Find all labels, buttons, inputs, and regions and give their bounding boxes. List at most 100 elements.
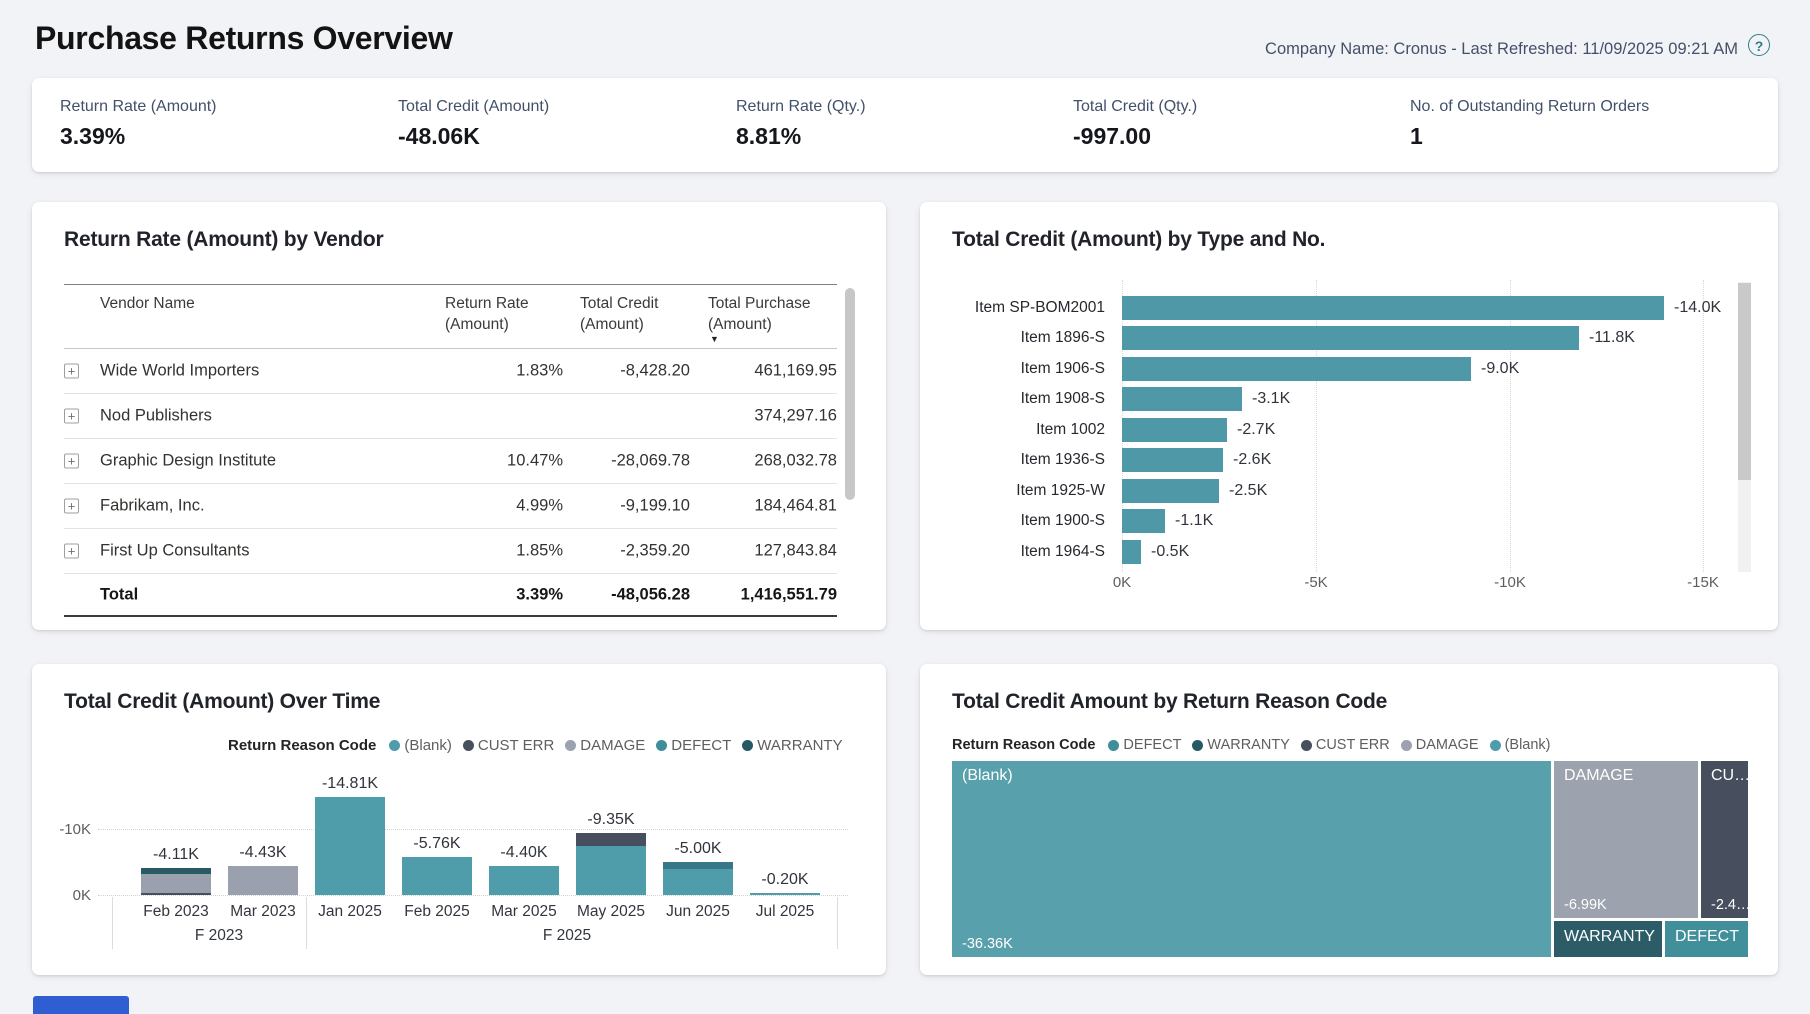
segment-defect[interactable] [663, 862, 733, 869]
y-tick: -10K [36, 821, 91, 838]
treemap-panel: Total Credit Amount by Return Reason Cod… [920, 664, 1778, 975]
expand-icon[interactable]: + [64, 499, 79, 514]
bar-category: Item 1896-S [920, 329, 1105, 347]
expand-icon[interactable]: + [64, 364, 79, 379]
table-row[interactable]: + Wide World Importers 1.83% -8,428.20 4… [64, 349, 837, 394]
help-icon[interactable]: ? [1748, 34, 1770, 56]
bar-category: Item 1925-W [920, 482, 1105, 500]
column-feb-2023[interactable] [141, 868, 211, 895]
gridline [1703, 280, 1704, 572]
group-label: F 2023 [195, 927, 243, 945]
treemap-block-defect[interactable]: DEFECT [1665, 921, 1748, 957]
segment-blank[interactable] [750, 893, 820, 895]
legend-item-defect[interactable]: DEFECT [1108, 737, 1181, 753]
column-header-vendor[interactable]: Vendor Name [100, 293, 195, 314]
sort-descending-icon[interactable]: ▼ [710, 334, 719, 344]
column-value: -4.40K [500, 844, 547, 862]
legend-label: CUST ERR [1316, 737, 1390, 753]
legend-item-blank[interactable]: (Blank) [1490, 737, 1551, 753]
table-row[interactable]: + Graphic Design Institute 10.47% -28,06… [64, 439, 837, 484]
segment-damage[interactable] [141, 874, 211, 893]
expand-icon[interactable]: + [64, 454, 79, 469]
legend-item-warranty[interactable]: WARRANTY [1192, 737, 1289, 753]
segment-blank[interactable] [315, 797, 385, 895]
expand-icon[interactable]: + [64, 409, 79, 424]
bar[interactable] [1122, 296, 1664, 320]
table-scrollbar[interactable] [845, 288, 855, 500]
kpi-label: Total Credit (Qty.) [1073, 98, 1197, 116]
column-mar-2023[interactable] [228, 866, 298, 895]
bar[interactable] [1122, 387, 1242, 411]
segment-blank[interactable] [663, 869, 733, 895]
segment-cust-err[interactable] [576, 833, 646, 846]
legend-item-damage[interactable]: DAMAGE [1401, 737, 1479, 753]
total-credit-value: -28,069.78 [611, 452, 690, 471]
return-rate-value: 10.47% [507, 452, 563, 471]
treemap-block-value: -36.36K [962, 936, 1013, 952]
column-header-return-rate[interactable]: Return Rate [445, 293, 529, 314]
bar[interactable] [1122, 509, 1165, 533]
bar[interactable] [1122, 448, 1223, 472]
x-tick: -10K [1494, 574, 1526, 591]
total-return-rate: 3.39% [516, 585, 563, 604]
treemap-block-blank[interactable]: (Blank) -36.36K [952, 761, 1551, 957]
table-row[interactable]: + First Up Consultants 1.85% -2,359.20 1… [64, 529, 837, 574]
bar[interactable] [1122, 418, 1227, 442]
legend-label: DEFECT [671, 737, 731, 754]
legend-item-blank[interactable]: (Blank) [389, 737, 452, 754]
treemap-block-cust-err[interactable]: CU… -2.4… [1701, 761, 1748, 918]
legend-dot-icon [742, 740, 753, 751]
legend-dot-icon [656, 740, 667, 751]
x-tick: Jan 2025 [318, 903, 382, 921]
chart-scrollbar[interactable] [1738, 283, 1751, 480]
company-refresh-status: Company Name: Cronus - Last Refreshed: 1… [1265, 40, 1738, 59]
treemap-block-damage[interactable]: DAMAGE -6.99K [1554, 761, 1698, 918]
legend-item-cust-err[interactable]: CUST ERR [463, 737, 554, 754]
legend-dot-icon [1301, 740, 1312, 751]
segment-blank[interactable] [402, 857, 472, 895]
legend-item-damage[interactable]: DAMAGE [565, 737, 645, 754]
column-jun-2025[interactable] [663, 862, 733, 895]
column-jul-2025[interactable] [750, 893, 820, 895]
total-purchase-value: 268,032.78 [754, 452, 837, 471]
column-feb-2025[interactable] [402, 857, 472, 895]
page-tab[interactable] [33, 996, 129, 1014]
segment-blank[interactable] [576, 846, 646, 895]
legend-item-warranty[interactable]: WARRANTY [742, 737, 842, 754]
segment-cust-err[interactable] [141, 893, 211, 895]
legend-label: (Blank) [404, 737, 452, 754]
bar-value: -2.7K [1237, 421, 1275, 439]
legend-label: DEFECT [1123, 737, 1181, 753]
panel-title: Total Credit (Amount) by Type and No. [952, 228, 1325, 252]
column-header-total-purchase[interactable]: Total Purchase [708, 293, 811, 314]
legend-label: DAMAGE [1416, 737, 1479, 753]
column-may-2025[interactable] [576, 833, 646, 895]
column-value: -14.81K [322, 775, 378, 793]
segment-damage[interactable] [228, 866, 298, 895]
kpi-return-rate-amount: Return Rate (Amount) 3.39% [60, 98, 217, 150]
legend-dot-icon [463, 740, 474, 751]
table-row[interactable]: + Nod Publishers 374,297.16 [64, 394, 837, 439]
axis-separator [306, 897, 307, 949]
table-row[interactable]: + Fabrikam, Inc. 4.99% -9,199.10 184,464… [64, 484, 837, 529]
segment-blank[interactable] [489, 866, 559, 895]
column-header-total-credit[interactable]: Total Credit [580, 293, 658, 314]
expand-icon[interactable]: + [64, 544, 79, 559]
bar[interactable] [1122, 357, 1471, 381]
kpi-value: -48.06K [398, 123, 549, 150]
column-mar-2025[interactable] [489, 866, 559, 895]
return-rate-value: 4.99% [516, 497, 563, 516]
legend-item-cust-err[interactable]: CUST ERR [1301, 737, 1390, 753]
table-total-row: Total 3.39% -48,056.28 1,416,551.79 [64, 574, 837, 617]
legend-item-defect[interactable]: DEFECT [656, 737, 731, 754]
column-header-return-rate-2: (Amount) [445, 314, 509, 335]
group-label: F 2025 [543, 927, 591, 945]
x-tick: Feb 2023 [143, 903, 209, 921]
bar[interactable] [1122, 540, 1141, 564]
column-jan-2025[interactable] [315, 797, 385, 895]
bar[interactable] [1122, 326, 1579, 350]
x-tick: Jul 2025 [756, 903, 815, 921]
vendor-table: Vendor Name Return Rate (Amount) Total C… [64, 284, 837, 617]
bar[interactable] [1122, 479, 1219, 503]
treemap-block-warranty[interactable]: WARRANTY [1554, 921, 1662, 957]
